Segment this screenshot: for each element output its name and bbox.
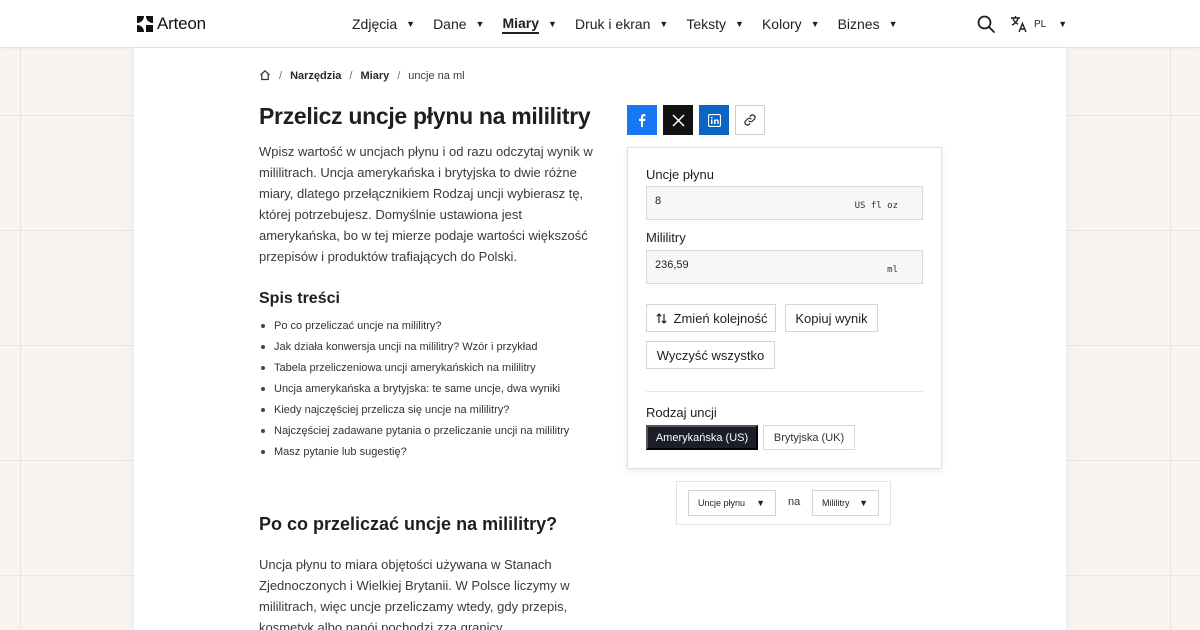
section-title: Po co przeliczać uncje na mililitry? xyxy=(259,514,558,534)
nav-item-zdjecia[interactable]: Zdjęcia ▼ xyxy=(352,0,415,48)
to-unit-value: Mililitry xyxy=(822,498,850,508)
nav-item-kolory[interactable]: Kolory ▼ xyxy=(762,0,820,48)
breadcrumb-current: uncje na ml xyxy=(408,70,465,82)
link-icon xyxy=(744,114,756,126)
to-unit-select[interactable]: Mililitry ▼ xyxy=(812,490,879,516)
breadcrumb-miary[interactable]: Miary xyxy=(360,70,389,82)
caret-down-icon: ▼ xyxy=(735,19,744,29)
toc-item[interactable]: Uncja amerykańska a brytyjska: te same u… xyxy=(259,381,569,402)
share-buttons xyxy=(627,105,765,135)
nav-item-miary[interactable]: Miary ▼ xyxy=(502,0,557,48)
top-navigation-bar: Arteon Zdjęcia ▼ Dane ▼ Miary ▼ Druk i ekra… xyxy=(0,0,1200,48)
translate-icon xyxy=(1011,16,1027,33)
toc-item[interactable]: Po co przeliczać uncje na mililitry? xyxy=(259,318,569,339)
toc-item[interactable]: Masz pytanie lub sugestię? xyxy=(259,444,569,465)
search-icon xyxy=(977,15,995,33)
swap-arrows-icon xyxy=(655,312,667,324)
share-linkedin-button[interactable] xyxy=(699,105,729,135)
from-unit-value: Uncje płynu xyxy=(698,498,746,508)
toc-item[interactable]: Tabela przeliczeniowa uncji amerykańskic… xyxy=(259,360,569,381)
milliliters-input[interactable] xyxy=(655,259,835,271)
breadcrumb-narzedzia[interactable]: Narzędzia xyxy=(290,70,341,82)
nav-item-biznes[interactable]: Biznes ▼ xyxy=(838,0,898,48)
intro-paragraph: Wpisz wartość w uncjach płynu i od razu … xyxy=(259,144,593,264)
caret-down-icon: ▼ xyxy=(756,498,765,508)
toc-item[interactable]: Kiedy najczęściej przelicza się uncje na… xyxy=(259,402,569,423)
language-switcher[interactable]: PL ▼ xyxy=(1010,14,1067,34)
ounce-type-uk-button[interactable]: Brytyjska (UK) xyxy=(763,425,855,450)
clear-all-button[interactable]: Wyczyść wszystko xyxy=(646,341,775,369)
nav-item-teksty[interactable]: Teksty ▼ xyxy=(686,0,744,48)
toc-item[interactable]: Najczęściej zadawane pytania o przelicza… xyxy=(259,423,569,444)
swap-label: Zmień kolejność xyxy=(673,310,768,326)
caret-down-icon: ▼ xyxy=(859,498,868,508)
x-icon xyxy=(671,113,685,127)
ounces-field[interactable]: US fl oz xyxy=(646,186,923,220)
share-x-button[interactable] xyxy=(663,105,693,135)
copy-link-button[interactable] xyxy=(735,105,765,135)
home-icon xyxy=(260,69,270,80)
facebook-icon xyxy=(639,114,646,127)
swap-button[interactable]: Zmień kolejność xyxy=(646,304,776,332)
language-code: PL xyxy=(1034,18,1047,30)
caret-down-icon: ▼ xyxy=(810,19,820,29)
toc-item[interactable]: Jak działa konwersja uncji na mililitry?… xyxy=(259,339,569,360)
caret-down-icon: ▼ xyxy=(406,19,416,29)
panel-divider xyxy=(646,391,923,392)
caret-down-icon: ▼ xyxy=(1058,19,1068,29)
ounces-input[interactable] xyxy=(655,195,835,207)
output-unit: ml xyxy=(887,265,898,275)
share-facebook-button[interactable] xyxy=(627,105,657,135)
page-title: Przelicz uncje płynu na mililitry xyxy=(259,103,591,129)
output-label: Mililitry xyxy=(646,230,686,245)
input-unit: US fl oz xyxy=(854,201,898,211)
breadcrumb-home[interactable] xyxy=(259,69,271,84)
arteon-logo-icon xyxy=(137,16,153,32)
main-menu: Zdjęcia ▼ Dane ▼ Miary ▼ Druk i ekran ▼ Teks… xyxy=(352,0,916,48)
caret-down-icon: ▼ xyxy=(888,19,898,29)
caret-down-icon: ▼ xyxy=(475,19,485,29)
nav-item-druk-i-ekran[interactable]: Druk i ekran ▼ xyxy=(575,0,668,48)
table-of-contents: Po co przeliczać uncje na mililitry? Jak… xyxy=(259,318,569,465)
toc-title: Spis treści xyxy=(259,290,340,307)
copy-result-button[interactable]: Kopiuj wynik xyxy=(785,304,878,332)
linkedin-icon xyxy=(707,113,721,127)
caret-down-icon: ▼ xyxy=(659,19,669,29)
selector-connector: na xyxy=(788,496,801,508)
breadcrumb: / Narzędzia / Miary / uncje na ml xyxy=(259,68,465,84)
brand-logo[interactable]: Arteon xyxy=(137,14,206,34)
from-unit-select[interactable]: Uncje płynu ▼ xyxy=(688,490,776,516)
section-paragraph: Uncja płynu to miara objętości używana w… xyxy=(259,557,570,630)
ounce-type-label: Rodzaj uncji xyxy=(646,405,717,420)
input-label: Uncje płynu xyxy=(646,167,714,182)
brand-name: Arteon xyxy=(157,14,206,33)
ounce-type-us-button[interactable]: Amerykańska (US) xyxy=(646,425,758,450)
search-button[interactable] xyxy=(976,14,996,34)
caret-down-icon: ▼ xyxy=(548,19,557,29)
nav-item-dane[interactable]: Dane ▼ xyxy=(433,0,484,48)
milliliters-field[interactable]: ml xyxy=(646,250,923,284)
